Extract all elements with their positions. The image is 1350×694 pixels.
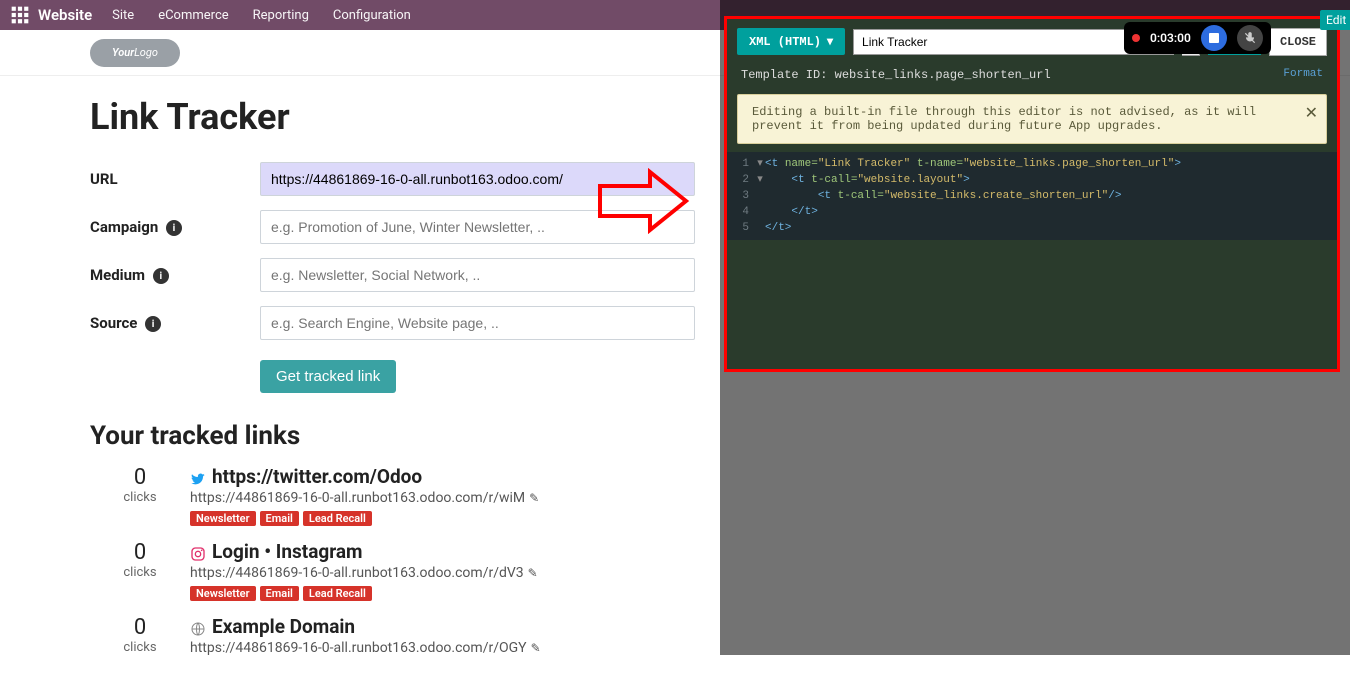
code-editor[interactable]: 1▾<t name="Link Tracker" t-name="website… bbox=[727, 152, 1337, 240]
pencil-icon[interactable]: ✎ bbox=[529, 491, 539, 505]
arrow-annotation bbox=[596, 168, 690, 234]
click-count: 0 bbox=[90, 465, 190, 490]
twitter-icon bbox=[190, 469, 206, 485]
info-icon[interactable]: i bbox=[145, 316, 161, 332]
url-label: URL bbox=[90, 170, 260, 188]
link-title[interactable]: Login • Instagram bbox=[212, 540, 363, 563]
tag-badge: Lead Recall bbox=[303, 586, 372, 601]
medium-label: Medium i bbox=[90, 266, 260, 284]
click-label: clicks bbox=[90, 490, 190, 505]
site-logo[interactable] bbox=[90, 39, 180, 67]
close-warning-icon[interactable]: ✕ bbox=[1305, 103, 1318, 123]
screen-recorder: 0:03:00 bbox=[1124, 22, 1271, 54]
source-label: Source i bbox=[90, 314, 260, 332]
tag-badge: Lead Recall bbox=[303, 511, 372, 526]
template-editor-panel: XML (HTML) ▾ ▼ SAVE CLOSE Template ID: w… bbox=[724, 16, 1340, 372]
caret-down-icon: ▾ bbox=[827, 34, 833, 49]
campaign-label: Campaign i bbox=[90, 218, 260, 236]
globe-icon bbox=[190, 619, 206, 635]
tag-badge: Email bbox=[260, 511, 299, 526]
record-time: 0:03:00 bbox=[1150, 31, 1191, 45]
record-stop-button[interactable] bbox=[1201, 25, 1227, 51]
info-icon[interactable]: i bbox=[153, 268, 169, 284]
apps-icon[interactable] bbox=[10, 5, 30, 25]
tag-badge: Newsletter bbox=[190, 586, 256, 601]
link-title[interactable]: https://twitter.com/Odoo bbox=[212, 465, 422, 488]
source-input[interactable] bbox=[260, 306, 695, 340]
get-tracked-link-button[interactable]: Get tracked link bbox=[260, 360, 396, 393]
editor-warning: Editing a built-in file through this edi… bbox=[737, 94, 1327, 144]
short-url[interactable]: https://44861869-16-0-all.runbot163.odoo… bbox=[190, 640, 527, 656]
link-title[interactable]: Example Domain bbox=[212, 615, 355, 638]
edit-button[interactable]: Edit bbox=[1320, 10, 1350, 30]
nav-site[interactable]: Site bbox=[112, 8, 134, 23]
tag-badge: Email bbox=[260, 586, 299, 601]
template-id-label: Template ID: website_links.page_shorten_… bbox=[741, 68, 1051, 82]
short-url[interactable]: https://44861869-16-0-all.runbot163.odoo… bbox=[190, 565, 524, 581]
nav-configuration[interactable]: Configuration bbox=[333, 8, 411, 23]
pencil-icon[interactable]: ✎ bbox=[528, 566, 538, 580]
record-mic-button[interactable] bbox=[1237, 25, 1263, 51]
click-count: 0 bbox=[90, 540, 190, 565]
close-button[interactable]: CLOSE bbox=[1269, 28, 1327, 56]
nav-reporting[interactable]: Reporting bbox=[253, 8, 309, 23]
nav-ecommerce[interactable]: eCommerce bbox=[158, 8, 228, 23]
click-label: clicks bbox=[90, 565, 190, 580]
medium-input[interactable] bbox=[260, 258, 695, 292]
click-label: clicks bbox=[90, 640, 190, 655]
info-icon[interactable]: i bbox=[166, 220, 182, 236]
app-name: Website bbox=[38, 6, 92, 24]
tag-badge: Newsletter bbox=[190, 511, 256, 526]
format-link[interactable]: Format bbox=[1283, 68, 1323, 82]
instagram-icon bbox=[190, 544, 206, 560]
short-url[interactable]: https://44861869-16-0-all.runbot163.odoo… bbox=[190, 490, 525, 506]
record-indicator-icon bbox=[1132, 34, 1140, 42]
editor-mode-select[interactable]: XML (HTML) ▾ bbox=[737, 28, 845, 55]
click-count: 0 bbox=[90, 615, 190, 640]
pencil-icon[interactable]: ✎ bbox=[531, 641, 541, 655]
